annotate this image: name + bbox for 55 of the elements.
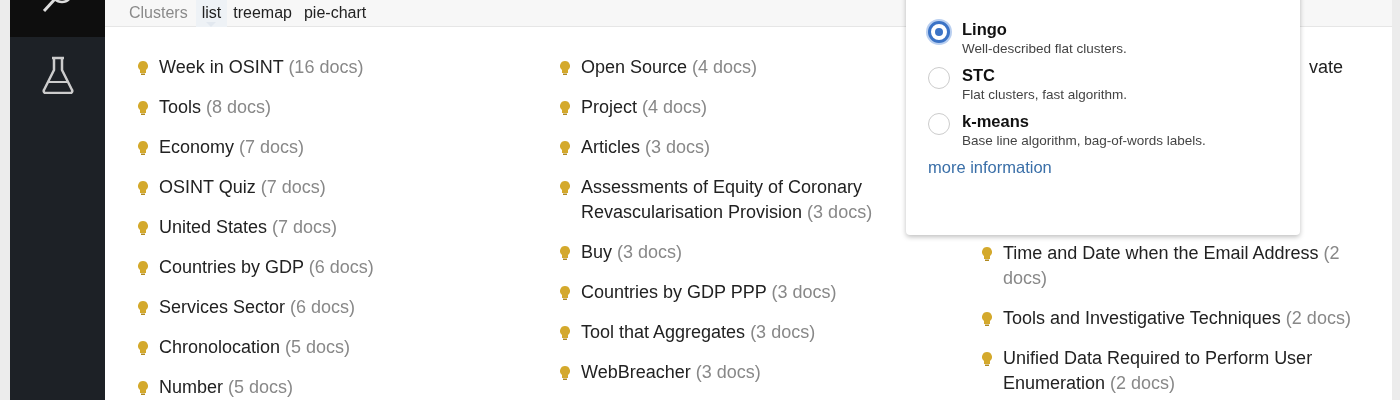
bulb-icon <box>560 61 570 75</box>
cluster-link[interactable]: OSINT Quiz (7 docs) <box>159 175 326 200</box>
sidebar-button[interactable] <box>10 0 105 37</box>
bulb-icon <box>138 221 148 235</box>
bulb-icon <box>138 181 148 195</box>
option-description: Base line algorithm, bag-of-words labels. <box>962 132 1206 150</box>
bulb-icon <box>138 341 148 355</box>
cluster-link[interactable]: vate <box>1309 57 1344 77</box>
bulb-icon <box>560 286 570 300</box>
cluster-link[interactable]: Buy (3 docs) <box>581 240 683 265</box>
option-label: Lingo <box>962 19 1008 40</box>
cluster-link[interactable]: Open Source (4 docs) <box>581 55 758 80</box>
cluster-link[interactable]: Unified Data Required to Perform User Enumeration (2 docs) <box>1003 346 1384 396</box>
cluster-link[interactable]: Number (5 docs) <box>159 375 294 400</box>
cluster-link[interactable]: Tools and Investigative Techniques (2 docs) <box>1003 306 1351 331</box>
bulb-icon <box>138 301 148 315</box>
cluster-link[interactable]: Chronolocation (5 docs) <box>159 335 351 360</box>
cluster-link[interactable]: Week in OSINT (16 docs) <box>159 55 364 80</box>
option-description: Well-described flat clusters. <box>962 40 1127 58</box>
bulb-icon <box>560 101 570 115</box>
option-label: k-means <box>962 111 1030 132</box>
cluster-link[interactable]: Articles (3 docs) <box>581 135 711 160</box>
cluster-link[interactable]: Services Sector (6 docs) <box>159 295 356 320</box>
view-tab[interactable]: pie-chart <box>297 0 373 27</box>
bulb-icon <box>138 381 148 395</box>
bulb-icon <box>138 101 148 115</box>
option-label: STC <box>962 65 996 86</box>
bulb-icon <box>982 247 992 261</box>
radio-button[interactable] <box>928 21 950 43</box>
bulb-icon <box>560 326 570 340</box>
bulb-icon <box>138 141 148 155</box>
bulb-icon <box>138 61 148 75</box>
view-tab[interactable]: list <box>195 0 228 27</box>
cluster-link[interactable]: Countries by GDP (6 docs) <box>159 255 374 280</box>
cluster-link[interactable]: Tool that Aggregates (3 docs) <box>581 320 816 345</box>
flask-icon <box>40 56 75 94</box>
bulb-icon <box>138 261 148 275</box>
cluster-link[interactable]: United States (7 docs) <box>159 215 338 240</box>
bulb-icon <box>560 141 570 155</box>
selection-pointer <box>206 21 217 27</box>
cluster-link[interactable]: Time and Date when the Email Address (2 docs) <box>1003 241 1384 291</box>
cluster-link[interactable]: Economy (7 docs) <box>159 135 305 160</box>
option-description: Flat clusters, fast algorithm. <box>962 86 1128 104</box>
bulb-icon <box>560 181 570 195</box>
bulb-icon <box>560 246 570 260</box>
cluster-link[interactable]: Project (4 docs) <box>581 95 708 120</box>
view-label: Clusters <box>129 3 188 23</box>
more-info-link[interactable]: more information <box>928 155 1052 180</box>
cluster-link[interactable]: Countries by GDP PPP (3 docs) <box>581 280 837 305</box>
view-tab[interactable]: treemap <box>227 0 298 27</box>
cluster-link[interactable]: Tools (8 docs) <box>159 95 272 120</box>
cluster-link[interactable]: WebBreacher (3 docs) <box>581 360 761 385</box>
bulb-icon <box>560 366 570 380</box>
bulb-icon <box>982 352 992 366</box>
bulb-icon <box>982 312 992 326</box>
